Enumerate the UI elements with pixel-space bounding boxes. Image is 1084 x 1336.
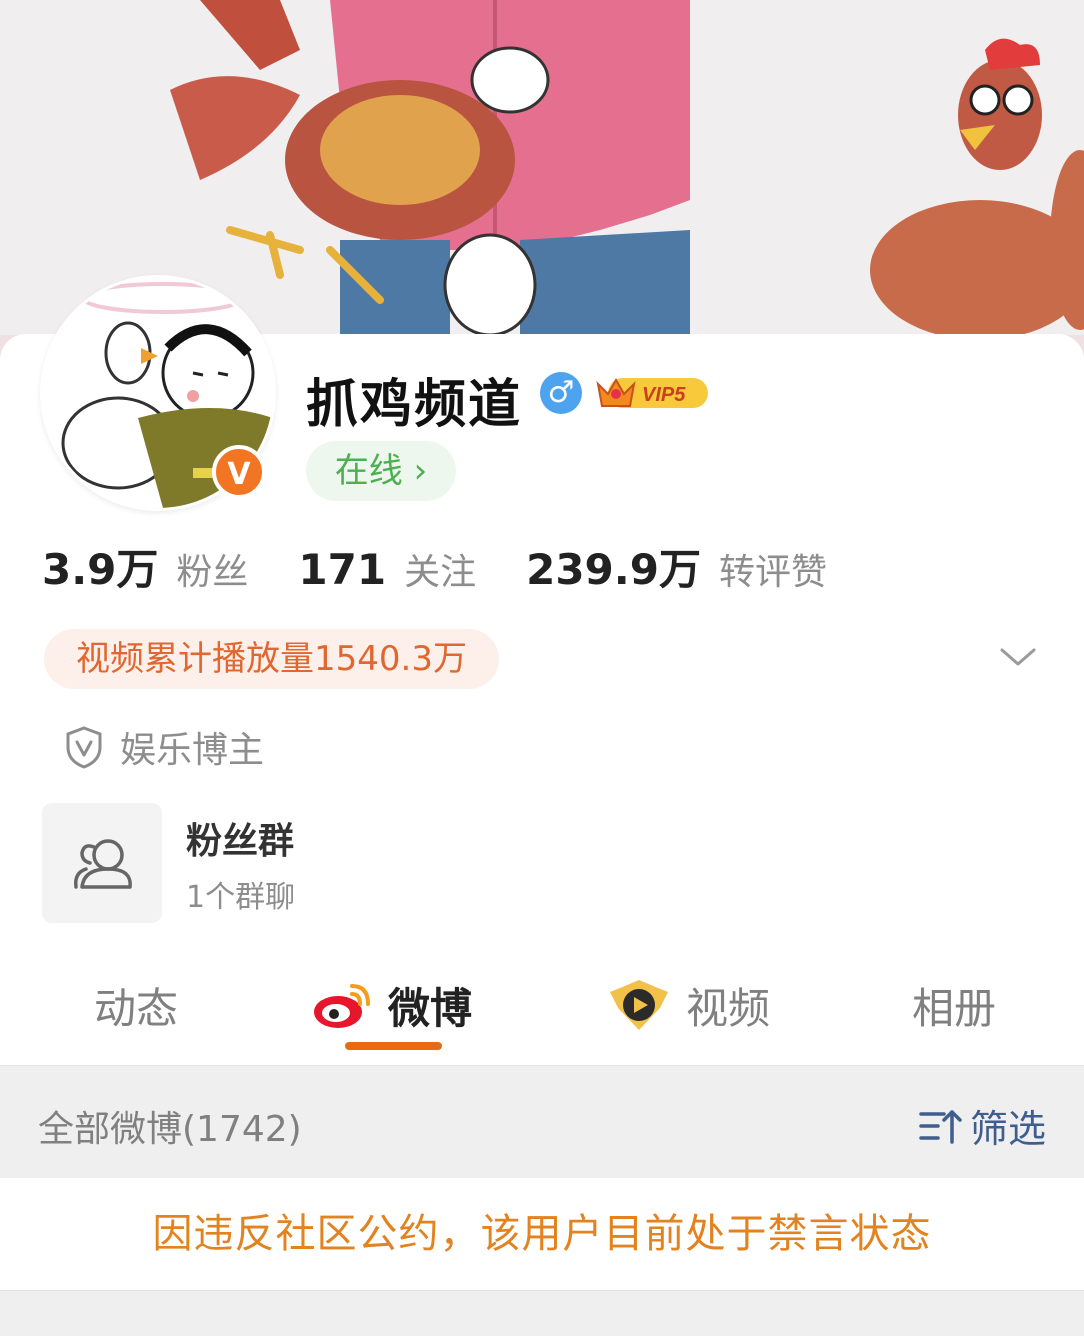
bottom-divider (0, 1290, 1084, 1336)
profile-tabs: 动态 微博 视频 相册 (0, 960, 1084, 1065)
tab-album-label: 相册 (912, 983, 997, 1033)
followers-count[interactable]: 3.9万 (42, 536, 158, 597)
followers-label[interactable]: 粉丝 (176, 543, 248, 595)
all-posts-count[interactable]: 全部微博(1742) (38, 1100, 302, 1152)
vip-badge[interactable]: VIP5 (596, 372, 710, 414)
fan-group-title[interactable]: 粉丝群 (186, 812, 294, 864)
verified-badge-icon: V (212, 445, 266, 499)
following-count[interactable]: 171 (298, 545, 386, 594)
tab-weibo-label: 微博 (388, 983, 473, 1033)
male-gender-icon: ♂ (540, 372, 582, 414)
filter-label: 筛选 (969, 1107, 1046, 1151)
likes-label: 转评赞 (718, 552, 827, 593)
tab-feed[interactable]: 动态 (94, 970, 178, 1040)
stats-row: 3.9万 粉丝 171 关注 239.9万 转评赞 (42, 536, 877, 596)
vip-label: VIP5 (642, 384, 686, 406)
weibo-icon (314, 984, 370, 1028)
tab-video[interactable]: 视频 (608, 970, 770, 1040)
profile-name: 抓鸡频道 (306, 375, 523, 435)
video-play-count-badge[interactable]: 视频累计播放量1540.3万 (44, 629, 499, 689)
vip-crown-icon: VIP5 (596, 377, 708, 408)
tab-album[interactable]: 相册 (912, 970, 996, 1040)
active-tab-indicator (345, 1042, 442, 1050)
filter-button[interactable]: 筛选 (918, 1098, 1046, 1153)
group-people-icon (73, 839, 132, 889)
blogger-tag-label: 娱乐博主 (120, 730, 265, 771)
muted-notice: 因违反社区公约，该用户目前处于禁言状态 (0, 1178, 1084, 1290)
video-play-icon (610, 980, 668, 1030)
tab-video-label: 视频 (686, 983, 771, 1033)
likes-count: 239.9万 (526, 545, 701, 594)
tab-weibo[interactable]: 微博 (312, 970, 472, 1040)
blogger-tag-row[interactable]: 娱乐博主 (64, 722, 264, 772)
shield-icon (66, 726, 102, 769)
chevron-right-icon: › (413, 451, 428, 491)
tab-feed-label: 动态 (94, 983, 179, 1033)
chevron-down-icon[interactable] (998, 642, 1038, 672)
fan-group-icon-box[interactable] (42, 803, 162, 923)
following-label[interactable]: 关注 (404, 543, 476, 595)
online-status-button[interactable]: 在线 › (306, 441, 456, 501)
fan-group-subtitle: 1个群聊 (186, 880, 296, 915)
online-label: 在线 (334, 451, 403, 491)
posts-filter-bar: 全部微博(1742) 筛选 (0, 1065, 1084, 1178)
sort-filter-icon (919, 1109, 962, 1144)
